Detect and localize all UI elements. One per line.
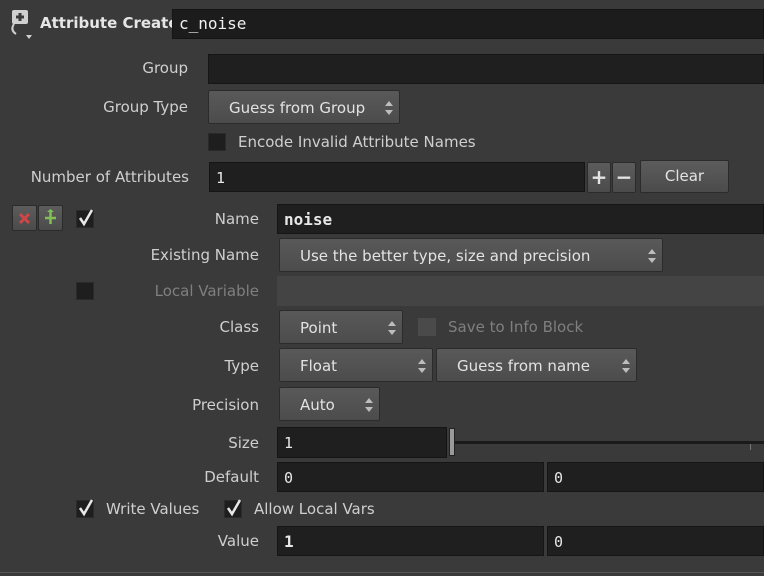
precision-dropdown[interactable]: Auto: [279, 387, 380, 421]
size-label: Size: [228, 434, 259, 452]
updown-arrows-icon: [384, 91, 394, 123]
group-field[interactable]: [208, 54, 764, 84]
type-label: Type: [224, 357, 259, 375]
value-label: Value: [217, 532, 259, 550]
name-label: Name: [214, 210, 259, 228]
existing-name-label: Existing Name: [150, 246, 259, 264]
checkmark-icon: [78, 499, 94, 517]
existing-name-value: Use the better type, size and precision: [300, 247, 591, 265]
group-type-value: Guess from Group: [229, 99, 366, 117]
delete-x-icon: [18, 212, 31, 225]
precision-label: Precision: [192, 396, 259, 414]
existing-name-dropdown[interactable]: Use the better type, size and precision: [279, 238, 663, 272]
group-type-label: Group Type: [103, 98, 188, 116]
group-label: Group: [142, 59, 188, 77]
size-field[interactable]: 1: [277, 427, 447, 458]
write-values-checkbox[interactable]: [76, 499, 94, 518]
default-label: Default: [204, 468, 259, 486]
updown-arrows-icon: [364, 388, 374, 420]
type-info-value: Guess from name: [457, 357, 590, 375]
name-field[interactable]: noise: [277, 204, 764, 234]
attribute-enable-checkbox[interactable]: [76, 209, 94, 228]
default-field-2[interactable]: 0: [547, 462, 764, 492]
number-of-attributes-label: Number of Attributes: [30, 168, 189, 186]
encode-invalid-checkbox[interactable]: [208, 133, 226, 151]
local-variable-field[interactable]: [277, 276, 764, 306]
bottom-divider: [0, 572, 764, 573]
group-type-dropdown[interactable]: Guess from Group: [208, 90, 400, 124]
checkmark-icon: [78, 209, 94, 227]
node-name-field[interactable]: c_noise: [172, 9, 764, 39]
class-dropdown[interactable]: Point: [279, 310, 403, 344]
clear-button[interactable]: Clear: [640, 160, 729, 193]
remove-instance-button[interactable]: [12, 205, 37, 231]
class-label: Class: [219, 318, 259, 336]
number-of-attributes-field[interactable]: 1: [209, 162, 585, 192]
save-to-info-block-checkbox[interactable]: [418, 318, 436, 336]
local-variable-checkbox[interactable]: [76, 282, 94, 300]
type-value: Float: [300, 357, 338, 375]
write-values-label: Write Values: [106, 500, 200, 518]
updown-arrows-icon: [647, 239, 657, 271]
updown-arrows-icon: [621, 349, 631, 381]
remove-attribute-button[interactable]: −: [612, 162, 636, 193]
precision-value: Auto: [300, 396, 335, 414]
value-field-1[interactable]: 1: [277, 526, 544, 556]
default-field-1[interactable]: 0: [277, 462, 544, 492]
class-value: Point: [300, 319, 338, 337]
type-dropdown[interactable]: Float: [279, 348, 433, 382]
updown-arrows-icon: [387, 311, 397, 343]
allow-local-vars-checkbox[interactable]: [224, 499, 242, 518]
allow-local-vars-label: Allow Local Vars: [254, 500, 375, 518]
local-variable-label: Local Variable: [154, 282, 259, 300]
checkmark-icon: [226, 499, 242, 517]
node-type-label: Attribute Create: [40, 14, 179, 32]
size-slider-track[interactable]: [450, 441, 764, 444]
save-to-info-block-label: Save to Info Block: [448, 318, 584, 336]
updown-arrows-icon: [417, 349, 427, 381]
encode-invalid-label: Encode Invalid Attribute Names: [238, 133, 476, 151]
attribute-create-node-icon[interactable]: [6, 8, 36, 40]
type-info-dropdown[interactable]: Guess from name: [436, 348, 637, 382]
slider-tick: [750, 444, 751, 450]
insert-plus-icon: [45, 209, 56, 224]
insert-instance-button[interactable]: [38, 205, 63, 231]
size-slider-handle[interactable]: [449, 428, 455, 456]
add-attribute-button[interactable]: +: [587, 162, 611, 193]
value-field-2[interactable]: 0: [547, 526, 764, 556]
